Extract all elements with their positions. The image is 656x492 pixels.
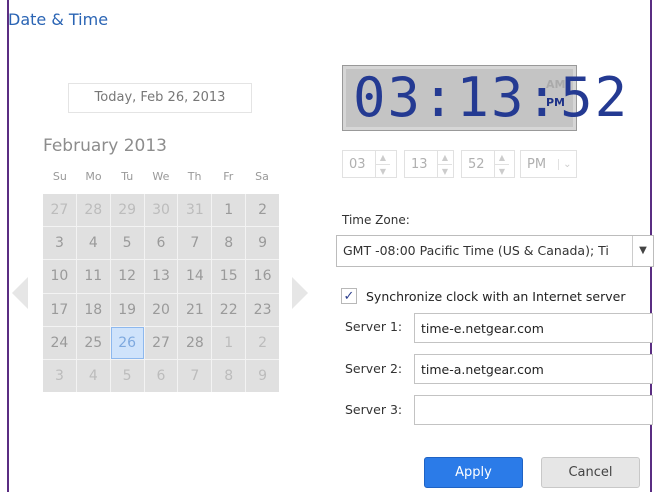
minute-up-icon[interactable]: ▲ <box>438 151 452 164</box>
calendar-day[interactable]: 4 <box>76 227 110 260</box>
timezone-select[interactable]: GMT -08:00 Pacific Time (US & Canada); T… <box>336 235 654 267</box>
calendar-day[interactable]: 3 <box>43 359 76 392</box>
server2-label: Server 2: <box>345 361 403 376</box>
calendar-day[interactable]: 22 <box>212 293 246 326</box>
calendar-day[interactable]: 4 <box>76 359 110 392</box>
calendar-day[interactable]: 26 <box>110 326 144 359</box>
weekday-label: Su <box>52 170 67 183</box>
calendar-day[interactable]: 12 <box>110 260 144 293</box>
calendar-day[interactable]: 20 <box>144 293 178 326</box>
calendar-day[interactable]: 18 <box>76 293 110 326</box>
calendar-month-label: February 2013 <box>43 136 167 156</box>
calendar-day[interactable]: 13 <box>144 260 178 293</box>
server1-label: Server 1: <box>345 319 403 334</box>
weekday-label: Th <box>187 170 202 183</box>
calendar-day[interactable]: 5 <box>110 359 144 392</box>
calendar-day[interactable]: 7 <box>178 359 212 392</box>
server1-field[interactable] <box>414 313 653 343</box>
calendar-weekday-header: Su Mo Tu We Th Fr Sa <box>43 170 279 183</box>
calendar-day[interactable]: 6 <box>144 359 178 392</box>
calendar-day[interactable]: 8 <box>212 227 246 260</box>
calendar-day[interactable]: 29 <box>110 194 144 227</box>
minute-stepper[interactable]: 13 ▲ ▼ <box>404 150 454 178</box>
calendar-day[interactable]: 3 <box>43 227 76 260</box>
calendar-day[interactable]: 27 <box>144 326 178 359</box>
calendar-day[interactable]: 9 <box>246 227 279 260</box>
calendar-day[interactable]: 16 <box>246 260 279 293</box>
calendar-day[interactable]: 6 <box>144 227 178 260</box>
weekday-label: Tu <box>121 170 134 183</box>
calendar-day[interactable]: 2 <box>246 326 279 359</box>
hour-up-icon[interactable]: ▲ <box>376 151 390 164</box>
calendar-day[interactable]: 25 <box>76 326 110 359</box>
timezone-value: GMT -08:00 Pacific Time (US & Canada); T… <box>343 243 609 258</box>
clock-am-indicator: AM <box>546 78 566 91</box>
clock-hours: 03 <box>353 66 423 129</box>
calendar-day[interactable]: 31 <box>178 194 212 227</box>
page-title: Date & Time <box>8 10 109 29</box>
cancel-button[interactable]: Cancel <box>541 457 640 488</box>
clock-pm-indicator: PM <box>546 96 566 109</box>
calendar-day[interactable]: 5 <box>110 227 144 260</box>
clock-display: 03:13:52 <box>353 66 630 129</box>
calendar-day[interactable]: 23 <box>246 293 279 326</box>
calendar-day[interactable]: 14 <box>178 260 212 293</box>
meridiem-value: PM <box>527 156 547 172</box>
calendar-day[interactable]: 10 <box>43 260 76 293</box>
sync-checkbox[interactable]: ✓ <box>341 288 357 304</box>
calendar-day[interactable]: 2 <box>246 194 279 227</box>
chevron-down-icon: ▼ <box>632 236 653 266</box>
calendar-day[interactable]: 28 <box>178 326 212 359</box>
calendar-grid: 27 28 29 30 31 1 2 3 4 5 6 7 8 9 10 11 12 13 14 15 16 17 18 19 2… <box>43 194 279 392</box>
timezone-label: Time Zone: <box>342 213 410 227</box>
calendar-day[interactable]: 24 <box>43 326 76 359</box>
calendar-day[interactable]: 7 <box>178 227 212 260</box>
minute-down-icon[interactable]: ▼ <box>438 164 452 178</box>
hour-value: 03 <box>349 156 366 172</box>
today-date-display[interactable]: Today, Feb 26, 2013 <box>68 83 252 113</box>
checkmark-icon: ✓ <box>343 288 355 304</box>
calendar-day[interactable]: 27 <box>43 194 76 227</box>
calendar-day[interactable]: 8 <box>212 359 246 392</box>
weekday-label: Mo <box>85 170 102 183</box>
hour-down-icon[interactable]: ▼ <box>376 164 390 178</box>
server2-field[interactable] <box>414 354 653 384</box>
meridiem-select[interactable]: PM ⌄ <box>520 150 577 178</box>
calendar-day[interactable]: 19 <box>110 293 144 326</box>
calendar-day[interactable]: 30 <box>144 194 178 227</box>
weekday-label: We <box>152 170 170 183</box>
next-month-icon[interactable] <box>292 277 308 309</box>
sync-row[interactable]: ✓ Synchronize clock with an Internet ser… <box>341 288 626 304</box>
second-down-icon[interactable]: ▼ <box>495 164 509 178</box>
calendar-day[interactable]: 28 <box>76 194 110 227</box>
calendar-day[interactable]: 9 <box>246 359 279 392</box>
calendar-day[interactable]: 11 <box>76 260 110 293</box>
clock-minutes: 13 <box>456 66 526 129</box>
calendar-day[interactable]: 1 <box>212 194 246 227</box>
prev-month-icon[interactable] <box>12 277 28 309</box>
clock-seconds: 52 <box>560 66 630 129</box>
calendar-day[interactable]: 21 <box>178 293 212 326</box>
chevron-down-icon: ⌄ <box>557 158 576 170</box>
sync-label: Synchronize clock with an Internet serve… <box>366 288 626 304</box>
server3-field[interactable] <box>414 395 653 425</box>
calendar-day[interactable]: 17 <box>43 293 76 326</box>
second-stepper[interactable]: 52 ▲ ▼ <box>461 150 515 178</box>
weekday-label: Sa <box>255 170 269 183</box>
calendar-day[interactable]: 1 <box>212 326 246 359</box>
digital-clock: 03:13:52 AM PM <box>342 65 627 131</box>
calendar-day[interactable]: 15 <box>212 260 246 293</box>
server3-label: Server 3: <box>345 402 403 417</box>
second-up-icon[interactable]: ▲ <box>495 151 509 164</box>
second-value: 52 <box>468 156 485 172</box>
hour-stepper[interactable]: 03 ▲ ▼ <box>342 150 397 178</box>
weekday-label: Fr <box>223 170 234 183</box>
minute-value: 13 <box>411 156 428 172</box>
apply-button[interactable]: Apply <box>424 457 523 488</box>
